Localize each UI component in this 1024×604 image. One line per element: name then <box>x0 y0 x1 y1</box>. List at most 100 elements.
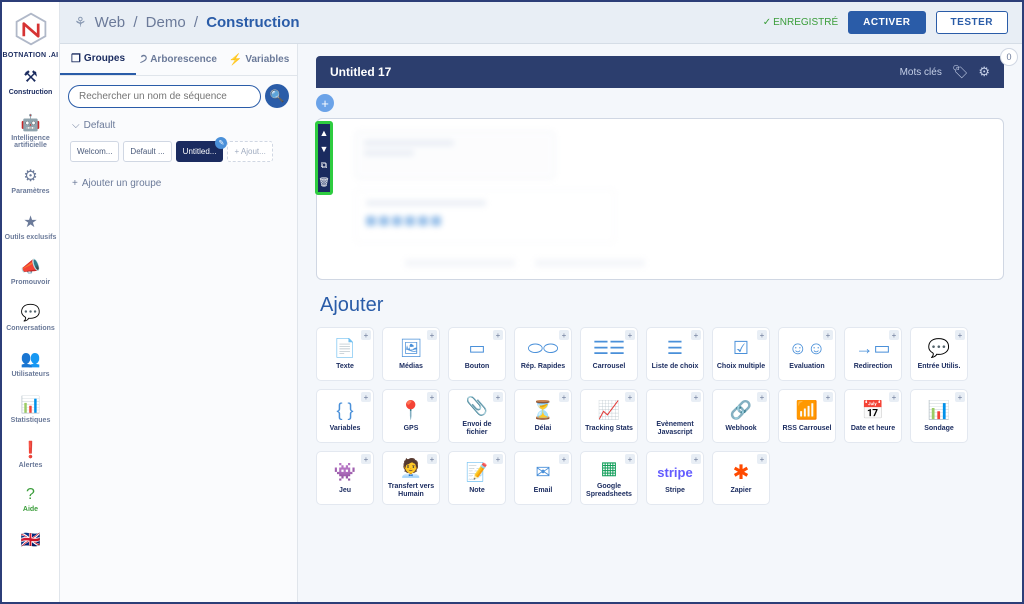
widget-r-p-rapides[interactable]: +⬭⬭Rép. Rapides <box>514 327 572 381</box>
widget-icon: ⬭⬭ <box>528 338 559 360</box>
activer-button[interactable]: ACTIVER <box>848 11 925 34</box>
widget-label: Date et heure <box>851 425 895 433</box>
sequence-item[interactable]: + Ajout... <box>227 141 272 162</box>
add-block-button[interactable]: + <box>316 94 334 112</box>
widget-plus-icon: + <box>955 392 965 402</box>
nav-label: Utilisateurs <box>11 371 49 379</box>
nav-label: Intelligence artificielle <box>4 135 57 150</box>
nav-item-outils-exclusifs[interactable]: ★ Outils exclusifs <box>2 204 59 250</box>
widget-sondage[interactable]: +📊Sondage <box>910 389 968 443</box>
widget-label: Variables <box>330 425 361 433</box>
widget-email[interactable]: +✉Email <box>514 451 572 505</box>
add-group-button[interactable]: +Ajouter un groupe <box>60 168 297 199</box>
widget-google-spreadsheets[interactable]: +▦Google Spreadsheets <box>580 451 638 505</box>
widget-variables[interactable]: +{ }Variables <box>316 389 374 443</box>
widget-texte[interactable]: +📄Texte <box>316 327 374 381</box>
sequence-item[interactable]: Untitled...✎ <box>176 141 224 162</box>
widget-icon: ✉ <box>535 462 550 484</box>
sequence-item[interactable]: Default ... <box>123 141 171 162</box>
widget-note[interactable]: +📝Note <box>448 451 506 505</box>
widget-icon: 📈 <box>598 400 620 422</box>
widget-redirection[interactable]: +→▭Redirection <box>844 327 902 381</box>
toolbar-delete-icon[interactable]: 🗑 <box>318 177 329 188</box>
toolbar-copy-icon[interactable]: ⧉ <box>321 160 327 171</box>
widget-label: Webhook <box>725 425 756 433</box>
widget-label: Transfert vers Humain <box>386 483 436 498</box>
widget-label: Note <box>469 487 485 495</box>
breadcrumb-leaf: Construction <box>206 14 299 31</box>
nav-item-promouvoir[interactable]: 📣Promouvoir <box>2 249 59 295</box>
widget-label: Zapier <box>730 487 751 495</box>
tester-button[interactable]: TESTER <box>936 11 1008 34</box>
widget-zapier[interactable]: +✱Zapier <box>712 451 770 505</box>
topbar: ⚘ Web / Demo / Construction ENREGISTRÉ A… <box>60 2 1022 44</box>
nav-item-aide[interactable]: ?Aide <box>2 478 59 522</box>
widget-transfert-vers-humain[interactable]: +🧑‍💼Transfert vers Humain <box>382 451 440 505</box>
nav-label: Outils exclusifs <box>5 234 57 242</box>
widget-evaluation[interactable]: +☺☺Evaluation <box>778 327 836 381</box>
widget-label: Entrée Utilis. <box>918 363 961 371</box>
widget-ev-nement-javascript[interactable]: +Evènement Javascript <box>646 389 704 443</box>
nav-item-statistiques[interactable]: 📊Statistiques <box>2 387 59 433</box>
widget-choix-multiple[interactable]: +☑Choix multiple <box>712 327 770 381</box>
nav-item-utilisateurs[interactable]: 👥Utilisateurs <box>2 341 59 387</box>
widget-envoi-de-fichier[interactable]: +📎Envoi de fichier <box>448 389 506 443</box>
nav-item-conversations[interactable]: 💬Conversations <box>2 295 59 341</box>
tab-groupes[interactable]: ❐Groupes <box>60 44 136 75</box>
widget-plus-icon: + <box>691 392 701 402</box>
groups-panel: ❐Groupes੭Arborescence⚡Variables 🔍 ⌵Defau… <box>60 44 298 602</box>
gear-icon[interactable]: ⚙ <box>978 64 990 80</box>
widget-plus-icon: + <box>757 330 767 340</box>
tag-icon[interactable]: 🏷 <box>952 64 969 80</box>
nav-item-alertes[interactable]: ❗Alertes <box>2 432 59 478</box>
tab-arborescence[interactable]: ੭Arborescence <box>136 44 221 75</box>
widget-label: Stripe <box>665 487 685 495</box>
widget-icon: ▭ <box>468 338 485 360</box>
search-button[interactable]: 🔍 <box>265 84 289 108</box>
widget-jeu[interactable]: +👾Jeu <box>316 451 374 505</box>
keywords-link[interactable]: Mots clés <box>900 67 942 78</box>
widget-carrousel[interactable]: +☰☰Carrousel <box>580 327 638 381</box>
nav-item-intelligence-artificielle[interactable]: 🤖Intelligence artificielle <box>2 105 59 158</box>
search-input[interactable] <box>68 85 261 108</box>
widget-d-lai[interactable]: +⏳Délai <box>514 389 572 443</box>
widget-stripe[interactable]: +stripeStripe <box>646 451 704 505</box>
toolbar-move-up-icon[interactable]: ▲ <box>320 128 329 138</box>
breadcrumb-root[interactable]: Web <box>95 14 126 31</box>
breadcrumb-mid[interactable]: Demo <box>146 14 186 31</box>
blurred-preview <box>355 131 991 267</box>
widget-plus-icon: + <box>625 392 635 402</box>
widget-rss-carrousel[interactable]: +📶RSS Carrousel <box>778 389 836 443</box>
widget-plus-icon: + <box>625 330 635 340</box>
sequence-list: Welcom...Default ...Untitled...✎+ Ajout.… <box>60 135 297 168</box>
widget-label: Email <box>534 487 553 495</box>
widget-icon: 📅 <box>862 400 884 422</box>
widget-webhook[interactable]: +🔗Webhook <box>712 389 770 443</box>
widget-bouton[interactable]: +▭Bouton <box>448 327 506 381</box>
widget-tracking-stats[interactable]: +📈Tracking Stats <box>580 389 638 443</box>
widget-date-et-heure[interactable]: +📅Date et heure <box>844 389 902 443</box>
widget-plus-icon: + <box>493 454 503 464</box>
widget-entr-e-utilis-[interactable]: +💬Entrée Utilis. <box>910 327 968 381</box>
toolbar-move-down-icon[interactable]: ▼ <box>320 144 329 154</box>
widget-m-dias[interactable]: +🖼Médias <box>382 327 440 381</box>
nav-item-paramètres[interactable]: ⚙Paramètres <box>2 158 59 204</box>
widget-icon: ☰ <box>667 338 683 360</box>
widget-label: Médias <box>399 363 423 371</box>
widget-icon: ⏳ <box>532 400 554 422</box>
sequence-item[interactable]: Welcom... <box>70 141 119 162</box>
ajouter-heading: Ajouter <box>320 294 1004 317</box>
widget-plus-icon: + <box>361 454 371 464</box>
widget-gps[interactable]: +📍GPS <box>382 389 440 443</box>
widget-liste-de-choix[interactable]: +☰Liste de choix <box>646 327 704 381</box>
language-flag[interactable]: 🇬🇧 <box>2 522 59 560</box>
tab-variables[interactable]: ⚡Variables <box>221 44 297 75</box>
group-header[interactable]: ⌵Default <box>60 116 297 135</box>
widget-plus-icon: + <box>427 330 437 340</box>
widget-plus-icon: + <box>889 330 899 340</box>
widget-label: Redirection <box>854 363 893 371</box>
nav-item-construction[interactable]: ⚒Construction <box>2 59 59 105</box>
widget-icon: ☺☺ <box>789 338 826 360</box>
widget-icon: 📄 <box>334 338 356 360</box>
nav-icon: ★ <box>23 212 37 232</box>
